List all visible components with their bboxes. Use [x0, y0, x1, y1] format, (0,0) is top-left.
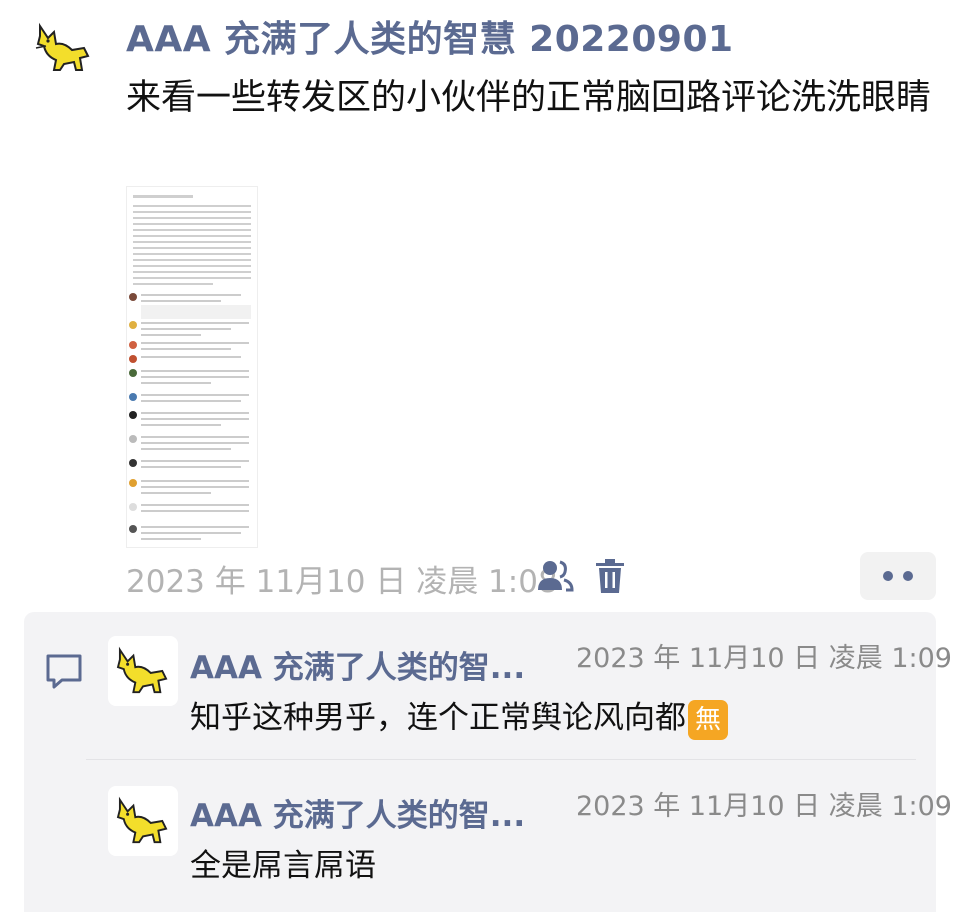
comment-divider [86, 759, 916, 760]
post-image[interactable] [126, 186, 258, 548]
wu-emoji-badge: 無 [688, 699, 728, 740]
post-image-thumbnail [129, 195, 251, 540]
post-text: 来看一些转发区的小伙伴的正常脑回路评论洗洗眼睛 [126, 78, 932, 118]
more-dots-icon [903, 571, 913, 581]
trash-icon[interactable] [594, 558, 626, 594]
comment-icon [46, 654, 82, 689]
cat-avatar-icon [116, 796, 168, 844]
comment-avatar[interactable] [108, 786, 178, 856]
more-options-button[interactable] [860, 552, 936, 600]
comment-text: 知乎这种男乎，连个正常舆论风向都無 [190, 692, 728, 740]
comment-author-name[interactable]: AAA 充满了人类的智... [190, 790, 525, 835]
post-timestamp: 2023 年 11月10 日 凌晨 1:08 [126, 564, 558, 600]
comment-author-name[interactable]: AAA 充满了人类的智... [190, 642, 525, 687]
post-author-name[interactable]: AAA 充满了人类的智慧 20220901 [126, 10, 734, 62]
friends-icon[interactable] [536, 558, 574, 594]
comment-avatar[interactable] [108, 636, 178, 706]
comment-text: 全是屌言屌语 [190, 848, 376, 884]
comment-timestamp: 2023 年 11月10 日 凌晨 1:09 [576, 643, 952, 674]
cat-avatar-icon [116, 646, 168, 694]
post-author-avatar[interactable] [28, 12, 100, 84]
cat-avatar-icon [35, 22, 90, 71]
comment-timestamp: 2023 年 11月10 日 凌晨 1:09 [576, 791, 952, 822]
comment-text-body: 知乎这种男乎，连个正常舆论风向都 [190, 700, 686, 736]
more-dots-icon [883, 571, 893, 581]
